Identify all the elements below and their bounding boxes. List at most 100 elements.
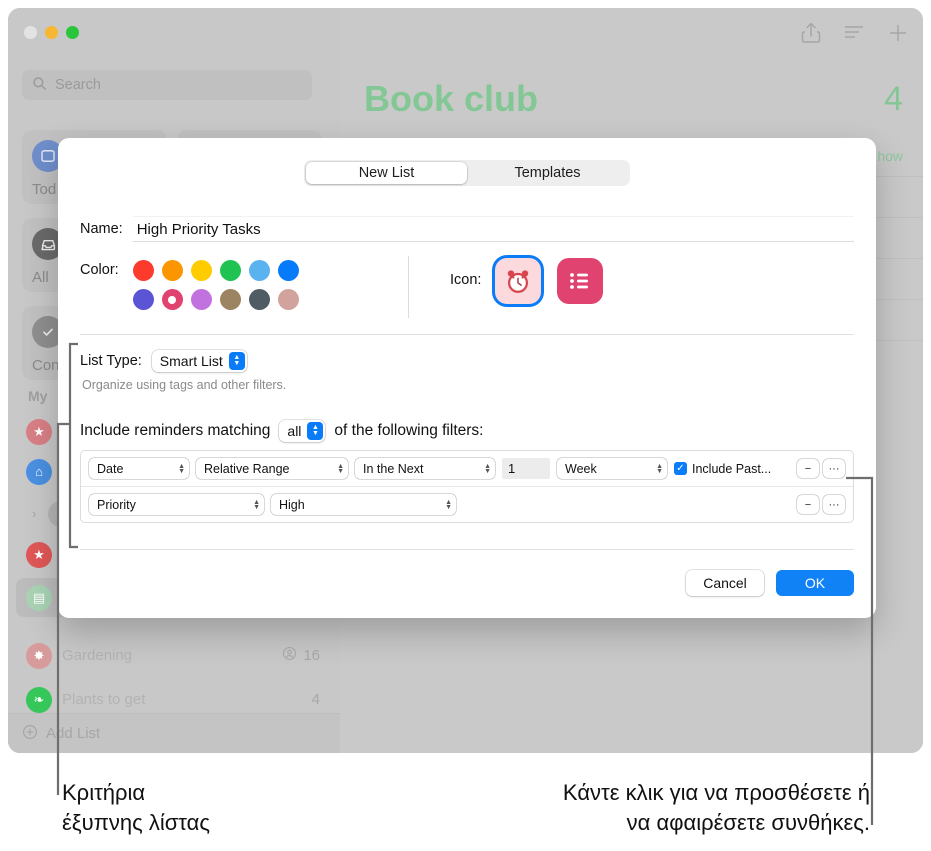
color-label: Color: <box>80 262 119 278</box>
books-icon: ▤ <box>26 584 52 611</box>
match-suffix: of the following filters: <box>334 422 484 439</box>
filter-row-buttons: − ··· <box>797 495 845 514</box>
chevron-updown-icon: ▲ ▼ <box>656 462 663 475</box>
color-swatch-green[interactable] <box>219 260 241 281</box>
list-type-select[interactable]: Smart List ▲ ▼ <box>151 350 247 372</box>
chevron-right-icon[interactable]: › <box>32 506 36 521</box>
tile-label: Con <box>32 357 60 374</box>
list-type-hint: Organize using tags and other filters. <box>82 378 287 392</box>
color-swatch-indigo[interactable] <box>132 289 154 310</box>
share-icon[interactable] <box>801 22 821 49</box>
filter-value-value: High <box>279 497 305 512</box>
show-completed-button[interactable]: how <box>877 148 903 164</box>
shared-count: 16 <box>303 647 320 664</box>
list-type-label: List Type: <box>80 353 142 369</box>
color-swatch-purple[interactable] <box>190 289 212 310</box>
sort-icon[interactable] <box>843 24 865 47</box>
more-options-button[interactable]: ··· <box>823 459 845 478</box>
close-window-icon[interactable] <box>24 26 37 39</box>
chevron-updown-icon: ▲ ▼ <box>228 352 245 370</box>
filter-row: Date ▲ ▼ Relative Range ▲ ▼ In the Next ▲ ▼… <box>81 451 853 486</box>
section-header-my: My <box>28 388 48 404</box>
new-list-dialog: New List Templates Name: Color: Icon: <box>58 138 876 618</box>
list-type-value: Smart List <box>159 353 223 369</box>
remove-filter-button[interactable]: − <box>797 459 819 478</box>
match-row: Include reminders matching all ▲ ▼ of the… <box>80 420 483 442</box>
color-swatch-lightblue[interactable] <box>248 260 270 281</box>
match-prefix: Include reminders matching <box>80 422 271 439</box>
color-swatch-orange[interactable] <box>161 260 183 281</box>
filter-row-buttons: − ··· <box>797 459 845 478</box>
window-traffic-lights[interactable] <box>24 26 79 39</box>
leaf-icon: ❧ <box>26 686 52 713</box>
add-list-label: Add List <box>46 725 101 742</box>
search-placeholder: Search <box>55 77 101 93</box>
filter-unit-value: Week <box>565 461 597 476</box>
remove-filter-button[interactable]: − <box>797 495 819 514</box>
name-row: Name: <box>80 216 854 242</box>
color-swatch-brown[interactable] <box>219 289 241 310</box>
filter-value-select[interactable]: High ▲ ▼ <box>271 494 456 515</box>
divider <box>80 549 854 550</box>
chevron-updown-icon: ▲ ▼ <box>253 498 260 511</box>
dialog-tabs: New List Templates <box>304 160 630 186</box>
zoom-window-icon[interactable] <box>66 26 79 39</box>
color-swatches <box>131 258 305 316</box>
search-input[interactable]: Search <box>22 70 312 100</box>
pin-icon: ★ <box>26 418 52 445</box>
name-input[interactable] <box>132 216 854 242</box>
filter-field-select[interactable]: Priority ▲ ▼ <box>89 494 264 515</box>
callout-right-caption: Κάντε κλικ για να προσθέσετε ή να αφαιρέσ… <box>562 780 870 835</box>
plus-circle-icon <box>22 724 38 744</box>
filter-unit-select[interactable]: Week ▲ ▼ <box>557 458 667 479</box>
main-toolbar <box>801 22 909 49</box>
color-swatch-blush[interactable] <box>277 289 299 310</box>
list-item-count: 4 <box>311 691 320 708</box>
filter-relation-value: In the Next <box>363 461 424 476</box>
chevron-updown-icon: ▲ ▼ <box>337 462 344 475</box>
cancel-button[interactable]: Cancel <box>686 570 764 596</box>
list-item-label: Gardening <box>62 647 133 664</box>
more-options-button[interactable]: ··· <box>823 495 845 514</box>
filter-relation-select[interactable]: In the Next ▲ ▼ <box>355 458 495 479</box>
match-select[interactable]: all ▲ ▼ <box>279 420 326 442</box>
bulleted-list-icon[interactable] <box>557 258 604 304</box>
shared-person-icon <box>282 646 297 665</box>
add-reminder-icon[interactable] <box>887 22 909 49</box>
color-swatch-blue[interactable] <box>277 260 299 281</box>
include-past-label: Include Past... <box>692 461 772 476</box>
include-past-checkbox[interactable]: ✓ Include Past... <box>674 462 771 476</box>
dialog-buttons: Cancel OK <box>686 570 854 596</box>
tab-templates[interactable]: Templates <box>467 162 628 184</box>
home-icon: ⌂ <box>26 458 52 485</box>
filter-mode-value: Relative Range <box>204 461 290 476</box>
filter-field-value: Priority <box>97 497 136 512</box>
checkmark-icon: ✓ <box>674 462 687 475</box>
chevron-updown-icon: ▲ ▼ <box>445 498 452 511</box>
chevron-updown-icon: ▲ ▼ <box>178 462 185 475</box>
color-swatch-red[interactable] <box>132 260 154 281</box>
color-swatch-yellow[interactable] <box>190 260 212 281</box>
color-swatch-pink-selected[interactable] <box>161 289 183 310</box>
tile-label: All <box>32 269 49 286</box>
reminder-count: 4 <box>884 80 903 118</box>
alarm-clock-icon[interactable] <box>495 258 542 304</box>
tab-new-list[interactable]: New List <box>306 162 467 184</box>
list-type-row: List Type: Smart List ▲ ▼ <box>80 350 247 372</box>
list-item-gardening[interactable]: ✸ Gardening 16 <box>16 636 330 675</box>
ok-button[interactable]: OK <box>776 570 854 596</box>
match-value: all <box>287 423 302 439</box>
minimize-window-icon[interactable] <box>45 26 58 39</box>
add-list-button[interactable]: Add List <box>8 713 340 753</box>
icon-choices <box>495 258 604 304</box>
vertical-divider <box>408 256 409 318</box>
filter-mode-select[interactable]: Relative Range ▲ ▼ <box>196 458 348 479</box>
filter-field-select[interactable]: Date ▲ ▼ <box>89 458 189 479</box>
chevron-updown-icon: ▲ ▼ <box>484 462 491 475</box>
search-icon <box>32 76 55 95</box>
callout-left-caption: Κριτήρια έξυπνης λίστας <box>62 780 210 835</box>
filter-amount-input[interactable]: 1 <box>502 458 550 479</box>
flower-icon: ✸ <box>26 642 52 669</box>
color-swatch-graphite[interactable] <box>248 289 270 310</box>
divider <box>80 334 854 335</box>
